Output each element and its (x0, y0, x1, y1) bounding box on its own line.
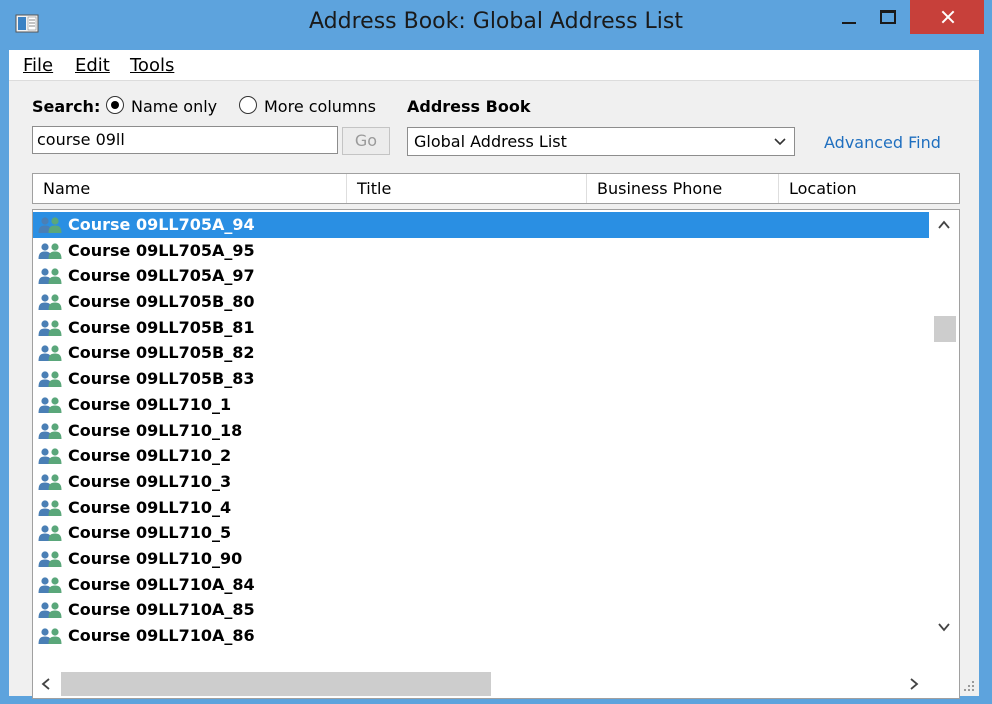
list-item[interactable]: Course 09LL710_1 (33, 392, 929, 418)
list-item-name: Course 09LL705A_94 (68, 215, 255, 234)
list-item-name: Course 09LL705A_95 (68, 240, 255, 260)
scroll-up-icon[interactable] (937, 218, 951, 232)
list-item-name: Course 09LL705B_82 (68, 343, 255, 363)
column-header-location[interactable]: Location (779, 174, 959, 203)
distribution-group-icon (37, 473, 63, 491)
list-item[interactable]: Course 09LL710A_84 (33, 572, 929, 598)
column-header-row: Name Title Business Phone Location (32, 173, 960, 204)
column-header-name[interactable]: Name (33, 174, 347, 203)
list-item[interactable]: Course 09LL710_3 (33, 469, 929, 495)
scroll-right-icon[interactable] (907, 677, 921, 691)
address-book-label: Address Book (407, 97, 531, 116)
list-item[interactable]: Course 09LL705B_83 (33, 366, 929, 392)
title-bar[interactable]: Address Book: Global Address List (0, 0, 992, 50)
distribution-group-icon (37, 216, 63, 234)
list-item[interactable]: Course 09LL710_90 (33, 546, 929, 572)
list-item[interactable]: Course 09LL705B_80 (33, 289, 929, 315)
list-item-name: Course 09LL710_5 (68, 523, 232, 543)
list-item[interactable]: Course 09LL705A_97 (33, 263, 929, 289)
vertical-scrollbar[interactable] (929, 210, 959, 650)
scroll-down-icon[interactable] (937, 620, 951, 634)
address-book-select[interactable]: Global Address List (407, 127, 795, 156)
list-item-name: Course 09LL710_4 (68, 497, 232, 517)
vertical-scroll-thumb[interactable] (934, 316, 956, 342)
list-item[interactable]: Course 09LL710A_85 (33, 597, 929, 623)
list-item[interactable]: Course 09LL710_5 (33, 520, 929, 546)
distribution-group-icon (37, 319, 63, 337)
menu-file-label: File (23, 55, 54, 76)
menu-edit[interactable]: Edit (75, 55, 110, 76)
distribution-group-icon (37, 627, 63, 645)
list-item-name: Course 09LL710_90 (68, 548, 243, 568)
client-area: File Edit Tools Search: Name only More c… (9, 50, 979, 699)
list-item[interactable]: Course 09LL710_18 (33, 418, 929, 444)
distribution-group-icon (37, 447, 63, 465)
advanced-find-link[interactable]: Advanced Find (824, 133, 941, 152)
search-input[interactable]: course 09ll (32, 126, 338, 154)
list-item[interactable]: Course 09LL710A_86 (33, 623, 929, 649)
distribution-group-icon (37, 499, 63, 517)
horizontal-scroll-thumb[interactable] (61, 672, 491, 696)
list-item-name: Course 09LL705B_80 (68, 292, 255, 312)
column-header-business-phone[interactable]: Business Phone (587, 174, 779, 203)
list-item[interactable]: Course 09LL710_4 (33, 495, 929, 521)
menu-bar: File Edit Tools (9, 50, 979, 81)
distribution-group-icon (37, 344, 63, 362)
close-button[interactable] (910, 0, 984, 34)
results-list[interactable]: Course 09LL705A_94 Course 09LL705A_95 Cour… (32, 209, 960, 699)
menu-tools-label: Tools (130, 55, 175, 76)
list-item-name: Course 09LL705B_81 (68, 317, 255, 337)
menu-tools[interactable]: Tools (130, 55, 174, 76)
distribution-group-icon (37, 576, 63, 594)
column-header-title[interactable]: Title (347, 174, 587, 203)
go-button[interactable]: Go (342, 127, 390, 155)
list-item[interactable]: Course 09LL710_2 (33, 443, 929, 469)
address-book-window: Address Book: Global Address List File E… (0, 0, 992, 704)
more-columns-radio[interactable] (239, 96, 257, 114)
distribution-group-icon (37, 524, 63, 542)
list-item-name: Course 09LL710_2 (68, 446, 232, 466)
list-item-name: Course 09LL705A_97 (68, 266, 255, 286)
distribution-group-icon (37, 601, 63, 619)
distribution-group-icon (37, 267, 63, 285)
list-item-name: Course 09LL710_3 (68, 471, 232, 491)
menu-file[interactable]: File (23, 55, 53, 76)
scroll-left-icon[interactable] (39, 677, 53, 691)
list-item[interactable]: Course 09LL705A_95 (33, 238, 929, 264)
list-item[interactable]: Course 09LL705B_81 (33, 315, 929, 341)
name-only-radio[interactable] (106, 96, 124, 114)
chevron-down-icon (774, 138, 786, 146)
maximize-button[interactable] (870, 0, 904, 36)
minimize-button[interactable] (832, 0, 866, 36)
distribution-group-icon (37, 550, 63, 568)
list-item-name: Course 09LL710_1 (68, 394, 232, 414)
list-item-name: Course 09LL710A_85 (68, 600, 255, 620)
distribution-group-icon (37, 242, 63, 260)
horizontal-scrollbar[interactable] (33, 670, 959, 698)
distribution-group-icon (37, 396, 63, 414)
list-item-name: Course 09LL705B_83 (68, 369, 255, 389)
list-item[interactable]: Course 09LL705A_94 (33, 212, 929, 238)
list-item[interactable]: Course 09LL705B_82 (33, 340, 929, 366)
results-rows: Course 09LL705A_94 Course 09LL705A_95 Cour… (33, 212, 929, 649)
distribution-group-icon (37, 370, 63, 388)
distribution-group-icon (37, 422, 63, 440)
more-columns-label[interactable]: More columns (264, 97, 376, 116)
distribution-group-icon (37, 293, 63, 311)
resize-grip-icon[interactable] (962, 679, 976, 693)
menu-edit-label: Edit (75, 55, 110, 76)
name-only-label[interactable]: Name only (131, 97, 217, 116)
list-item-name: Course 09LL710A_86 (68, 626, 255, 645)
list-item-name: Course 09LL710_18 (68, 420, 243, 440)
list-item-name: Course 09LL710A_84 (68, 574, 255, 594)
search-label: Search: (32, 97, 101, 116)
address-book-select-value: Global Address List (414, 132, 567, 151)
